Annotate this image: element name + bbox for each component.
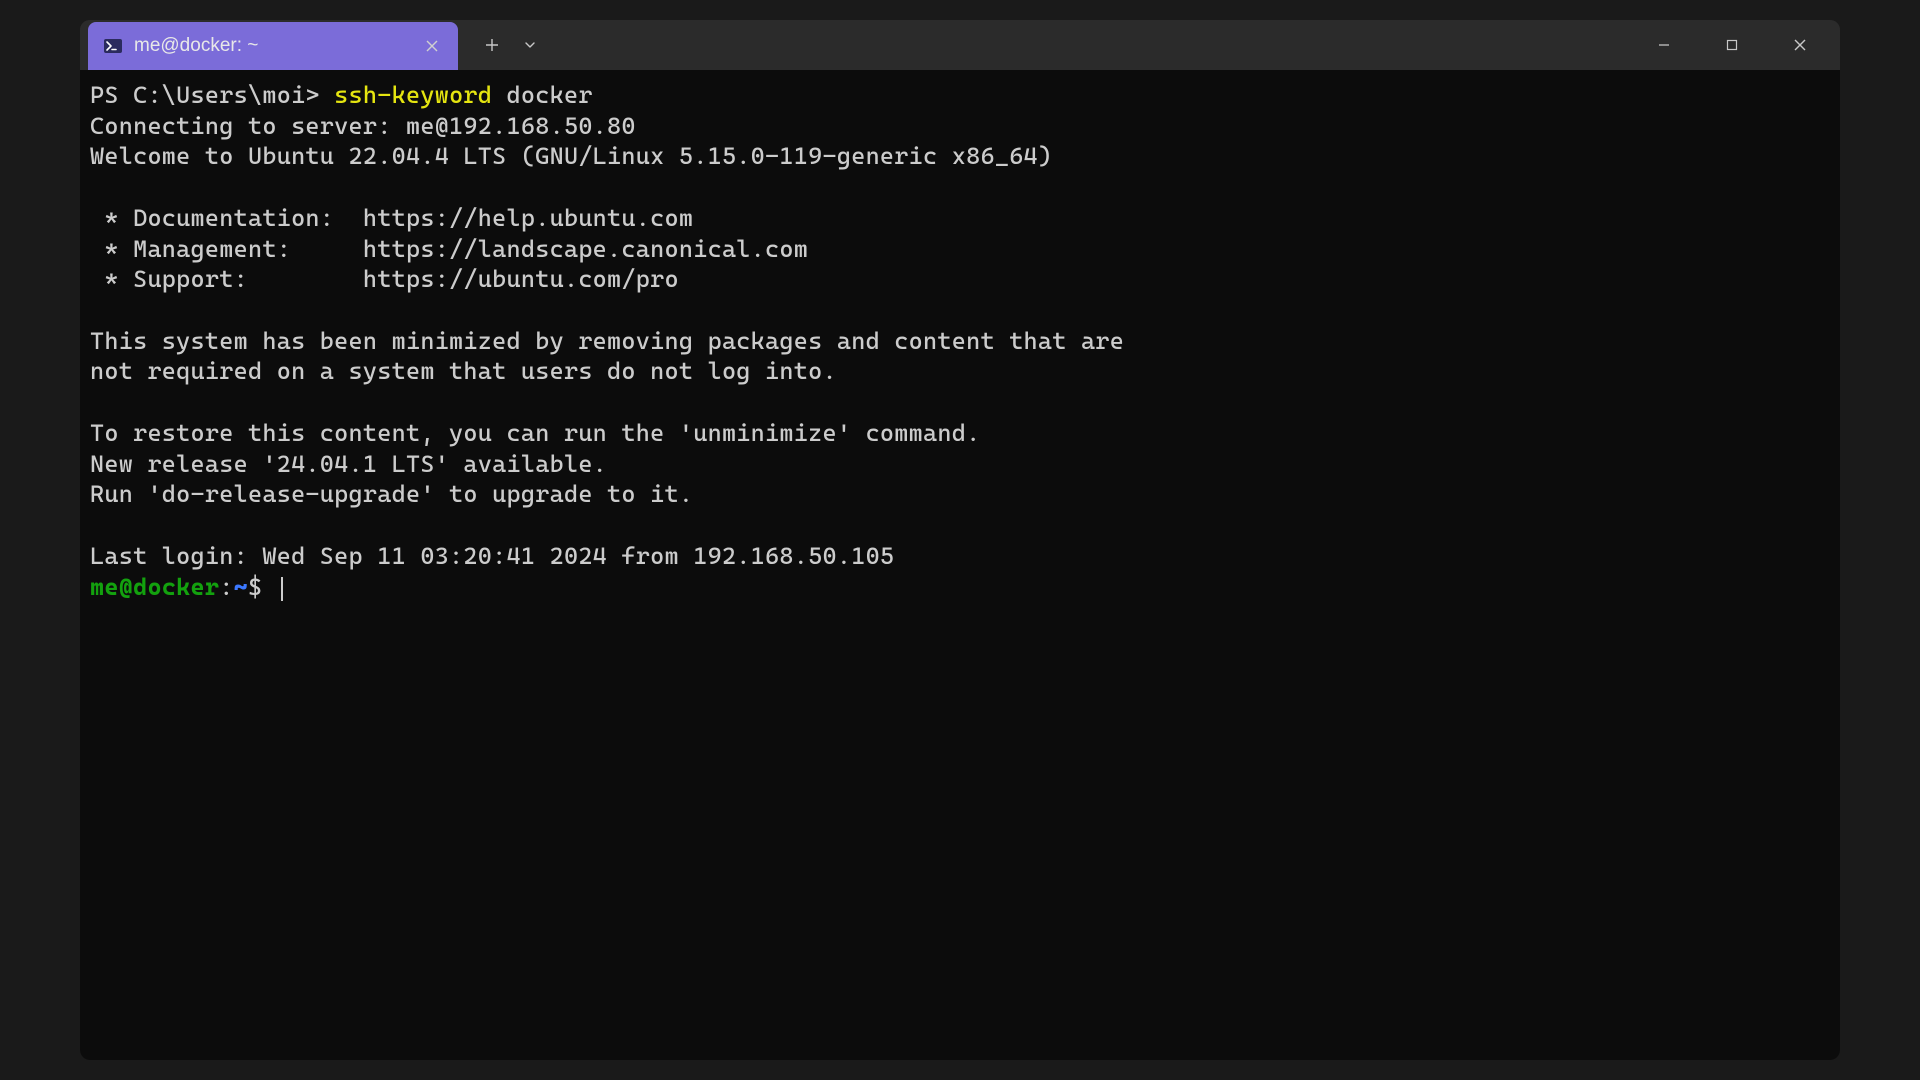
terminal-line: * Documentation: https://help.ubuntu.com — [90, 203, 1830, 234]
prompt-userhost: me@docker — [90, 573, 219, 601]
terminal-line: This system has been minimized by removi… — [90, 326, 1830, 357]
cursor — [281, 577, 283, 601]
terminal-line: To restore this content, you can run the… — [90, 418, 1830, 449]
terminal-line: Connecting to server: me@192.168.50.80 — [90, 111, 1830, 142]
tab-close-button[interactable] — [420, 34, 444, 58]
close-window-button[interactable] — [1780, 29, 1820, 61]
terminal-body[interactable]: PS C:\Users\moi> ssh-keyword dockerConne… — [80, 70, 1840, 1060]
title-bar: me@docker: ~ — [80, 20, 1840, 70]
powershell-icon — [102, 35, 124, 57]
prompt-colon: : — [219, 573, 233, 601]
terminal-line — [90, 172, 1830, 203]
terminal-line: New release '24.04.1 LTS' available. — [90, 449, 1830, 480]
terminal-window: me@docker: ~ — [80, 20, 1840, 1060]
terminal-line: PS C:\Users\moi> ssh-keyword docker — [90, 80, 1830, 111]
terminal-line — [90, 510, 1830, 541]
terminal-line: * Support: https://ubuntu.com/pro — [90, 264, 1830, 295]
new-tab-button[interactable] — [476, 29, 508, 61]
terminal-line: not required on a system that users do n… — [90, 356, 1830, 387]
terminal-line: * Management: https://landscape.canonica… — [90, 234, 1830, 265]
minimize-button[interactable] — [1644, 29, 1684, 61]
ps-prompt: PS C:\Users\moi> — [90, 81, 334, 109]
terminal-line: Run 'do-release-upgrade' to upgrade to i… — [90, 479, 1830, 510]
tab-title: me@docker: ~ — [134, 35, 410, 57]
terminal-prompt-line: me@docker:~$ — [90, 572, 1830, 603]
window-controls — [1644, 29, 1832, 61]
terminal-line — [90, 387, 1830, 418]
prompt-path: ~ — [234, 573, 248, 601]
tab-dropdown-button[interactable] — [514, 29, 546, 61]
command-arg: docker — [492, 81, 593, 109]
terminal-line: Welcome to Ubuntu 22.04.4 LTS (GNU/Linux… — [90, 141, 1830, 172]
maximize-button[interactable] — [1712, 29, 1752, 61]
title-bar-left: me@docker: ~ — [80, 20, 546, 70]
tab-active[interactable]: me@docker: ~ — [88, 22, 458, 70]
terminal-line — [90, 295, 1830, 326]
command-name: ssh-keyword — [334, 81, 492, 109]
prompt-dollar: $ — [248, 573, 277, 601]
terminal-line: Last login: Wed Sep 11 03:20:41 2024 fro… — [90, 541, 1830, 572]
tab-actions — [476, 29, 546, 61]
